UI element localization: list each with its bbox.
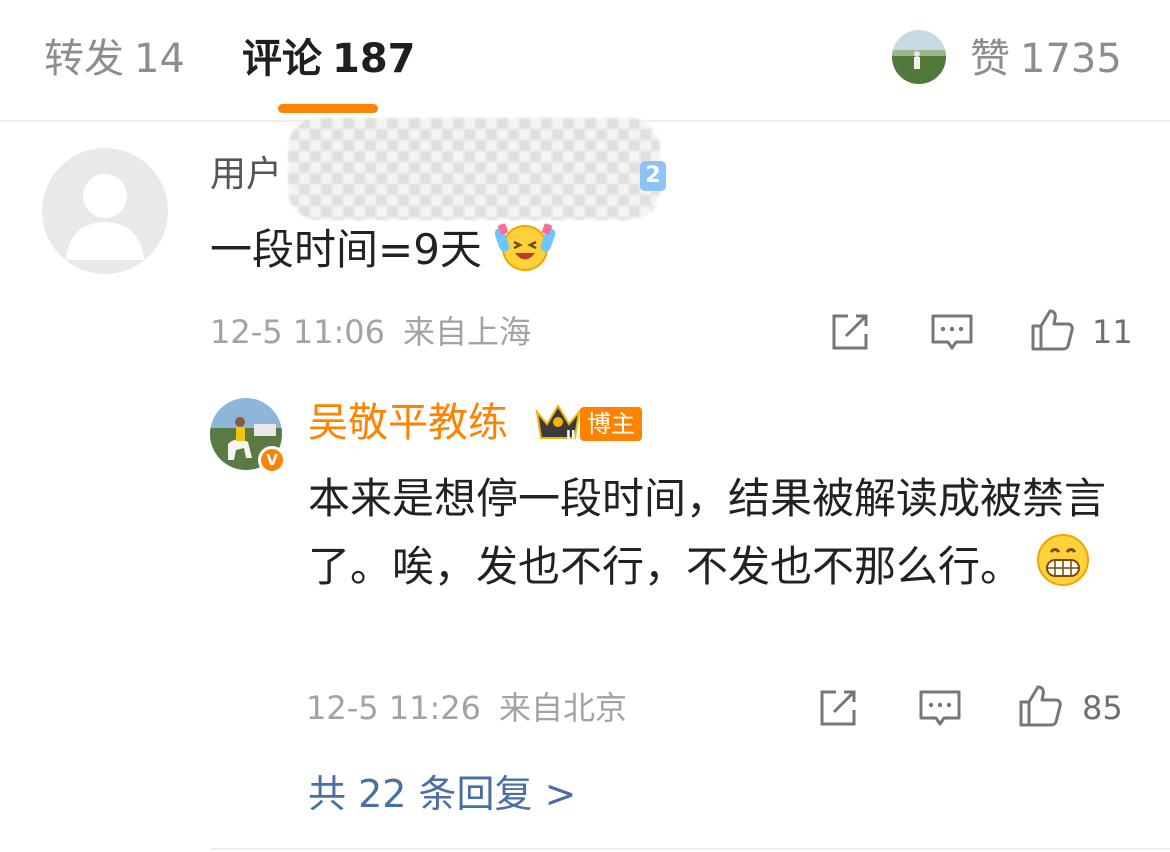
view-all-replies-link[interactable]: 共 22 条回复 >: [308, 770, 576, 818]
reply-location: 来自北京: [499, 689, 628, 727]
tab-comment[interactable]: 评论 187: [242, 34, 416, 84]
user-level-badge: 2: [640, 161, 666, 191]
active-tab-indicator: [278, 104, 378, 113]
tab-likes[interactable]: 赞 1735: [970, 34, 1122, 84]
comment-meta: 12-5 11:06 来自上海: [210, 312, 531, 352]
tab-repost-label: 转发: [44, 36, 124, 82]
tab-repost-count: 14: [134, 36, 185, 82]
verified-badge: V: [258, 446, 286, 474]
comment-text: 一段时间=9天: [210, 220, 556, 285]
comment-like-count: 11: [1092, 313, 1133, 351]
divider: [210, 848, 1170, 850]
comment-icon[interactable]: [930, 310, 974, 354]
reply-meta: 12-5 11:26 来自北京: [306, 688, 627, 728]
tab-likes-count: 1735: [1020, 36, 1122, 82]
thumbs-up-icon[interactable]: [1018, 684, 1062, 728]
comment-username[interactable]: 用户: [210, 152, 282, 198]
tab-repost[interactable]: 转发 14: [44, 34, 185, 84]
reply-date: 12-5 11:26: [306, 689, 482, 727]
comment-location: 来自上海: [403, 313, 532, 351]
thumbs-up-icon[interactable]: [1030, 308, 1074, 352]
blogger-badge: 博主: [580, 407, 642, 441]
tab-comment-count: 187: [332, 36, 416, 82]
grinning-emoji-icon: [1035, 532, 1091, 607]
tab-likes-label: 赞: [970, 36, 1010, 82]
laughing-tears-emoji-icon: [494, 220, 556, 285]
default-avatar[interactable]: [42, 148, 168, 274]
reply-text: 本来是想停一段时间，结果被解读成被禁言了。唉，发也不行，不发也不那么行。: [308, 466, 1108, 607]
reply-like-count: 85: [1082, 689, 1123, 727]
share-icon[interactable]: [816, 686, 860, 730]
comment-icon[interactable]: [918, 686, 962, 730]
comment-date: 12-5 11:06: [210, 313, 386, 351]
liker-avatar[interactable]: [892, 30, 946, 84]
crown-level: II: [566, 429, 576, 444]
username-mosaic: [288, 118, 660, 220]
reply-body: 本来是想停一段时间，结果被解读成被禁言了。唉，发也不行，不发也不那么行。: [308, 474, 1107, 591]
tab-comment-label: 评论: [242, 36, 322, 82]
reply-author-name[interactable]: 吴敬平教练: [308, 398, 508, 448]
comment-body: 一段时间=9天: [210, 225, 482, 274]
tab-bar: 转发 14 评论 187 赞 1735: [0, 0, 1170, 122]
crown-icon: II: [535, 404, 581, 444]
share-icon[interactable]: [828, 310, 872, 354]
